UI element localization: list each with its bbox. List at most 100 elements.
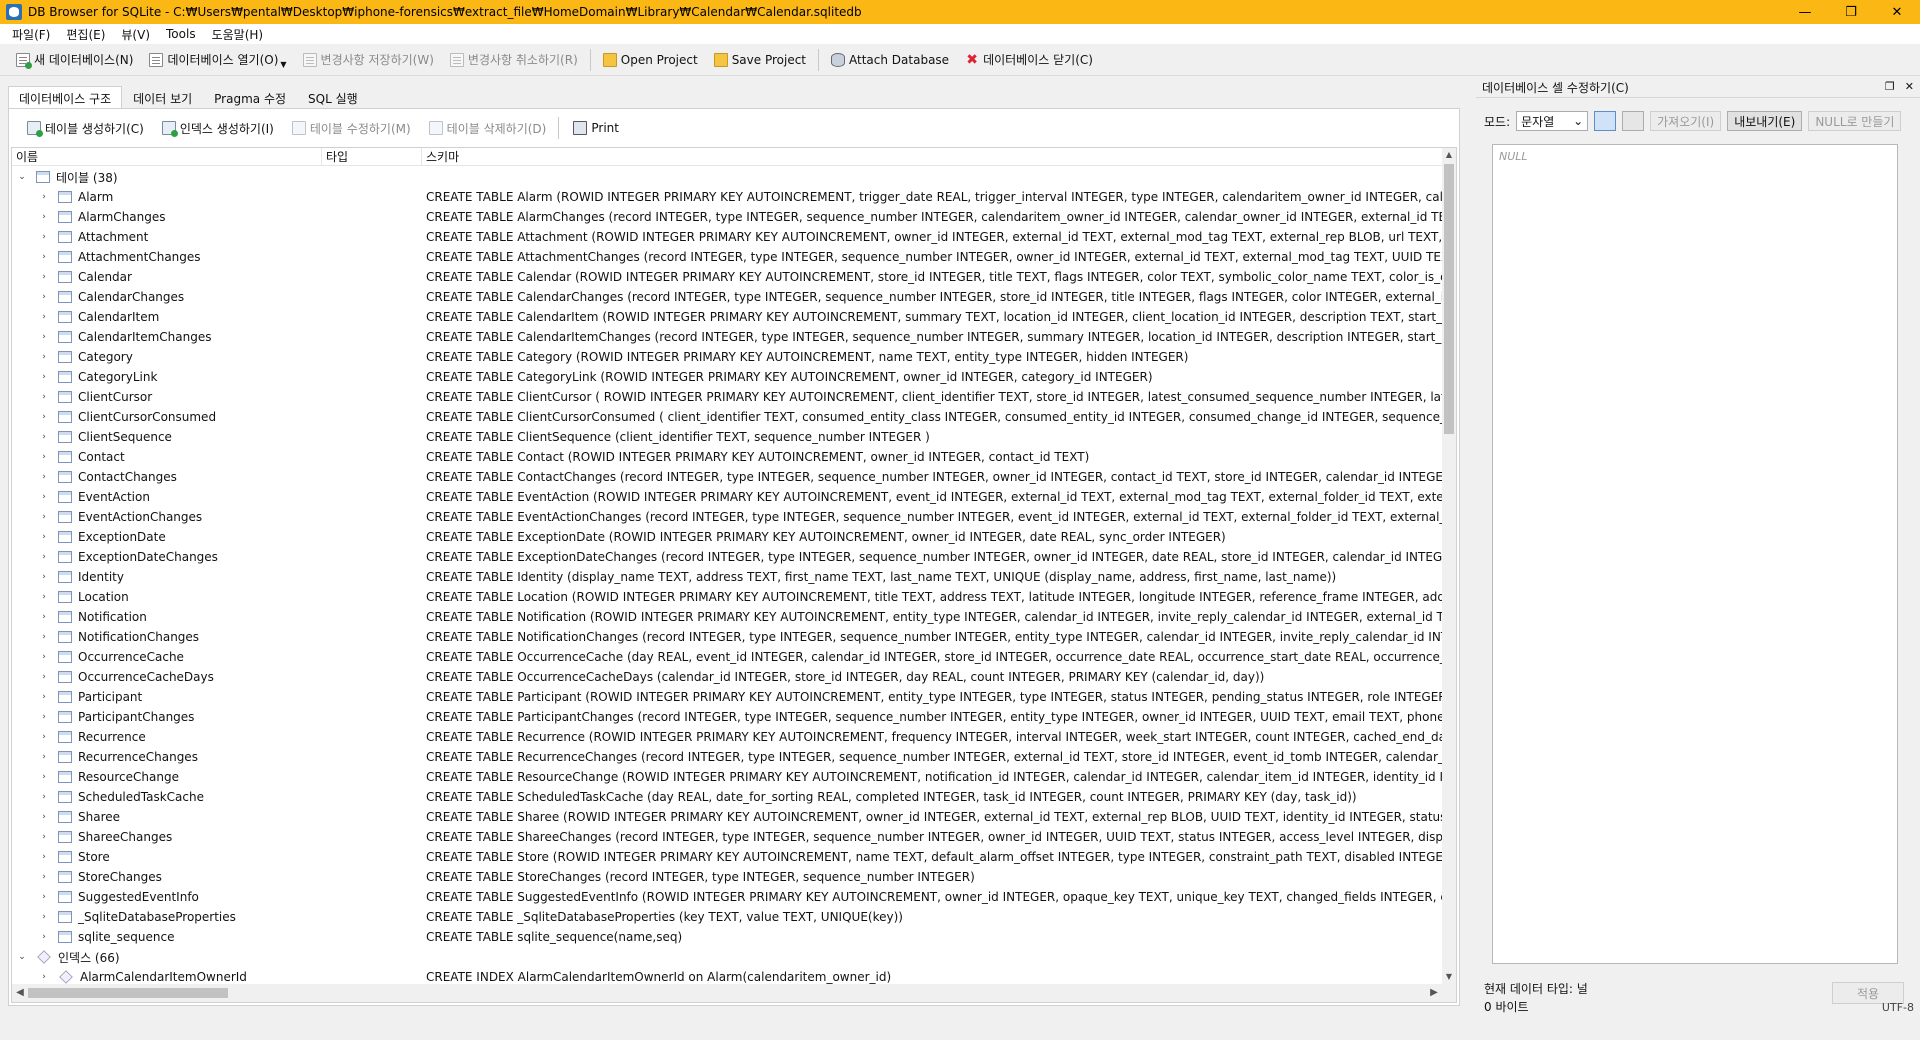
auto-switch-mode-button[interactable] xyxy=(1594,111,1617,131)
table-row[interactable]: › ClientCursor CREATE TABLE ClientCursor (… xyxy=(12,387,1442,407)
chevron-right-icon[interactable]: › xyxy=(38,592,50,602)
table-row[interactable]: › Attachment CREATE TABLE Attachment (ROWI… xyxy=(12,227,1442,247)
modify-table-button[interactable]: 테이블 수정하기(M) xyxy=(282,115,419,141)
chevron-right-icon[interactable]: › xyxy=(38,792,50,802)
table-row[interactable]: › ExceptionDateChanges CREATE TABLE Except… xyxy=(12,547,1442,567)
table-row[interactable]: › ResourceChange CREATE TABLE ResourceChan… xyxy=(12,767,1442,787)
save-project-button[interactable]: Save Project xyxy=(706,47,814,73)
table-row[interactable]: › Identity CREATE TABLE Identity (display_… xyxy=(12,567,1442,587)
create-index-button[interactable]: 인덱스 생성하기(I) xyxy=(152,115,282,141)
table-row[interactable]: › Location CREATE TABLE Location (ROWID IN… xyxy=(12,587,1442,607)
print-button[interactable]: Print xyxy=(563,115,627,141)
table-row[interactable]: › AlarmChanges CREATE TABLE AlarmChanges (… xyxy=(12,207,1442,227)
chevron-right-icon[interactable]: › xyxy=(38,732,50,742)
chevron-right-icon[interactable]: › xyxy=(38,552,50,562)
table-row[interactable]: › SuggestedEventInfo CREATE TABLE Suggeste… xyxy=(12,887,1442,907)
chevron-right-icon[interactable]: › xyxy=(38,332,50,342)
table-row[interactable]: › AttachmentChanges CREATE TABLE Attachmen… xyxy=(12,247,1442,267)
table-row[interactable]: › StoreChanges CREATE TABLE StoreChanges (… xyxy=(12,867,1442,887)
tab-edit-pragmas[interactable]: Pragma 수정 xyxy=(203,86,297,108)
table-row[interactable]: › Store CREATE TABLE Store (ROWID INTEGER … xyxy=(12,847,1442,867)
table-row[interactable]: › Alarm CREATE TABLE Alarm (ROWID INTEGER … xyxy=(12,187,1442,207)
chevron-right-icon[interactable]: › xyxy=(38,352,50,362)
column-header-type[interactable]: 타입 xyxy=(322,148,422,165)
chevron-right-icon[interactable]: › xyxy=(38,452,50,462)
table-row[interactable]: › AlarmCalendarItemOwnerId CREATE INDEX Al… xyxy=(12,967,1442,984)
chevron-right-icon[interactable]: › xyxy=(38,492,50,502)
table-row[interactable]: › RecurrenceChanges CREATE TABLE Recurrenc… xyxy=(12,747,1442,767)
table-row[interactable]: › Calendar CREATE TABLE Calendar (ROWID IN… xyxy=(12,267,1442,287)
revert-changes-button[interactable]: 변경사항 취소하기(R) xyxy=(442,47,586,73)
column-header-name[interactable]: 이름 xyxy=(12,148,322,165)
table-row[interactable]: › EventAction CREATE TABLE EventAction (RO… xyxy=(12,487,1442,507)
menu-file[interactable]: 파일(F) xyxy=(4,26,58,43)
table-row[interactable]: › ShareeChanges CREATE TABLE ShareeChanges… xyxy=(12,827,1442,847)
table-row[interactable]: › OccurrenceCache CREATE TABLE OccurrenceC… xyxy=(12,647,1442,667)
chevron-right-icon[interactable]: › xyxy=(38,292,50,302)
chevron-right-icon[interactable]: › xyxy=(38,412,50,422)
open-database-button[interactable]: 데이터베이스 열기(O) ▼ xyxy=(141,47,294,73)
chevron-right-icon[interactable]: › xyxy=(38,872,50,882)
chevron-right-icon[interactable]: › xyxy=(38,692,50,702)
scroll-left-icon[interactable]: ◀ xyxy=(12,984,28,1002)
chevron-right-icon[interactable]: › xyxy=(38,932,50,942)
table-row[interactable]: › ParticipantChanges CREATE TABLE Particip… xyxy=(12,707,1442,727)
table-row[interactable]: › ClientCursorConsumed CREATE TABLE Client… xyxy=(12,407,1442,427)
chevron-right-icon[interactable]: › xyxy=(38,632,50,642)
horizontal-scrollbar[interactable]: ◀ ▶ xyxy=(12,984,1456,1002)
new-database-button[interactable]: 새 데이터베이스(N) xyxy=(8,47,141,73)
table-row[interactable]: › OccurrenceCacheDays CREATE TABLE Occurre… xyxy=(12,667,1442,687)
tab-browse-data[interactable]: 데이터 보기 xyxy=(122,86,203,108)
chevron-down-icon[interactable]: ⌄ xyxy=(16,172,28,182)
table-row[interactable]: › ScheduledTaskCache CREATE TABLE Schedule… xyxy=(12,787,1442,807)
chevron-right-icon[interactable]: › xyxy=(38,512,50,522)
tree-category-row[interactable]: ⌄ 인덱스 (66) xyxy=(12,947,1442,967)
table-row[interactable]: › ExceptionDate CREATE TABLE ExceptionDate… xyxy=(12,527,1442,547)
chevron-right-icon[interactable]: › xyxy=(38,432,50,442)
chevron-right-icon[interactable]: › xyxy=(38,712,50,722)
maximize-button[interactable]: ❐ xyxy=(1828,0,1874,24)
create-table-button[interactable]: 테이블 생성하기(C) xyxy=(17,115,152,141)
chevron-down-icon[interactable]: ⌄ xyxy=(16,952,28,962)
open-project-button[interactable]: Open Project xyxy=(595,47,706,73)
export-button[interactable]: 내보내기(E) xyxy=(1727,111,1803,131)
write-changes-button[interactable]: 변경사항 저장하기(W) xyxy=(295,47,442,73)
delete-table-button[interactable]: 테이블 삭제하기(D) xyxy=(419,115,555,141)
scroll-right-icon[interactable]: ▶ xyxy=(1426,984,1442,1002)
table-row[interactable]: › _SqliteDatabaseProperties CREATE TABLE _… xyxy=(12,907,1442,927)
chevron-right-icon[interactable]: › xyxy=(38,392,50,402)
chevron-right-icon[interactable]: › xyxy=(38,312,50,322)
menu-edit[interactable]: 편집(E) xyxy=(58,26,113,43)
vertical-scrollbar[interactable]: ▲ ▼ xyxy=(1442,148,1456,984)
minimize-button[interactable]: — xyxy=(1782,0,1828,24)
attach-database-button[interactable]: Attach Database xyxy=(823,47,957,73)
chevron-right-icon[interactable]: › xyxy=(38,972,50,982)
column-header-schema[interactable]: 스키마 xyxy=(422,148,1456,165)
word-wrap-button[interactable] xyxy=(1622,111,1645,131)
cell-content-editor[interactable]: NULL xyxy=(1492,144,1898,964)
chevron-right-icon[interactable]: › xyxy=(38,472,50,482)
close-icon[interactable]: ✕ xyxy=(1905,80,1914,93)
tab-database-structure[interactable]: 데이터베이스 구조 xyxy=(8,86,123,108)
chevron-right-icon[interactable]: › xyxy=(38,532,50,542)
chevron-right-icon[interactable]: › xyxy=(38,772,50,782)
table-row[interactable]: › Category CREATE TABLE Category (ROWID IN… xyxy=(12,347,1442,367)
menu-view[interactable]: 뷰(V) xyxy=(113,26,158,43)
chevron-right-icon[interactable]: › xyxy=(38,852,50,862)
mode-select[interactable]: 문자열 ⌄ xyxy=(1516,111,1589,131)
table-row[interactable]: › Participant CREATE TABLE Participant (RO… xyxy=(12,687,1442,707)
scroll-up-icon[interactable]: ▲ xyxy=(1442,148,1456,162)
table-row[interactable]: › CalendarChanges CREATE TABLE CalendarCha… xyxy=(12,287,1442,307)
chevron-right-icon[interactable]: › xyxy=(38,232,50,242)
table-row[interactable]: › Contact CREATE TABLE Contact (ROWID INTE… xyxy=(12,447,1442,467)
chevron-right-icon[interactable]: › xyxy=(38,892,50,902)
chevron-right-icon[interactable]: › xyxy=(38,612,50,622)
table-row[interactable]: › Recurrence CREATE TABLE Recurrence (ROWI… xyxy=(12,727,1442,747)
scroll-thumb[interactable] xyxy=(28,988,228,998)
table-row[interactable]: › sqlite_sequence CREATE TABLE sqlite_sequ… xyxy=(12,927,1442,947)
table-row[interactable]: › EventActionChanges CREATE TABLE EventAct… xyxy=(12,507,1442,527)
menu-tools[interactable]: Tools xyxy=(158,27,204,41)
table-row[interactable]: › Notification CREATE TABLE Notification (… xyxy=(12,607,1442,627)
close-database-button[interactable]: ✖ 데이터베이스 닫기(C) xyxy=(957,47,1101,73)
import-button[interactable]: 가져오기(I) xyxy=(1650,111,1722,131)
